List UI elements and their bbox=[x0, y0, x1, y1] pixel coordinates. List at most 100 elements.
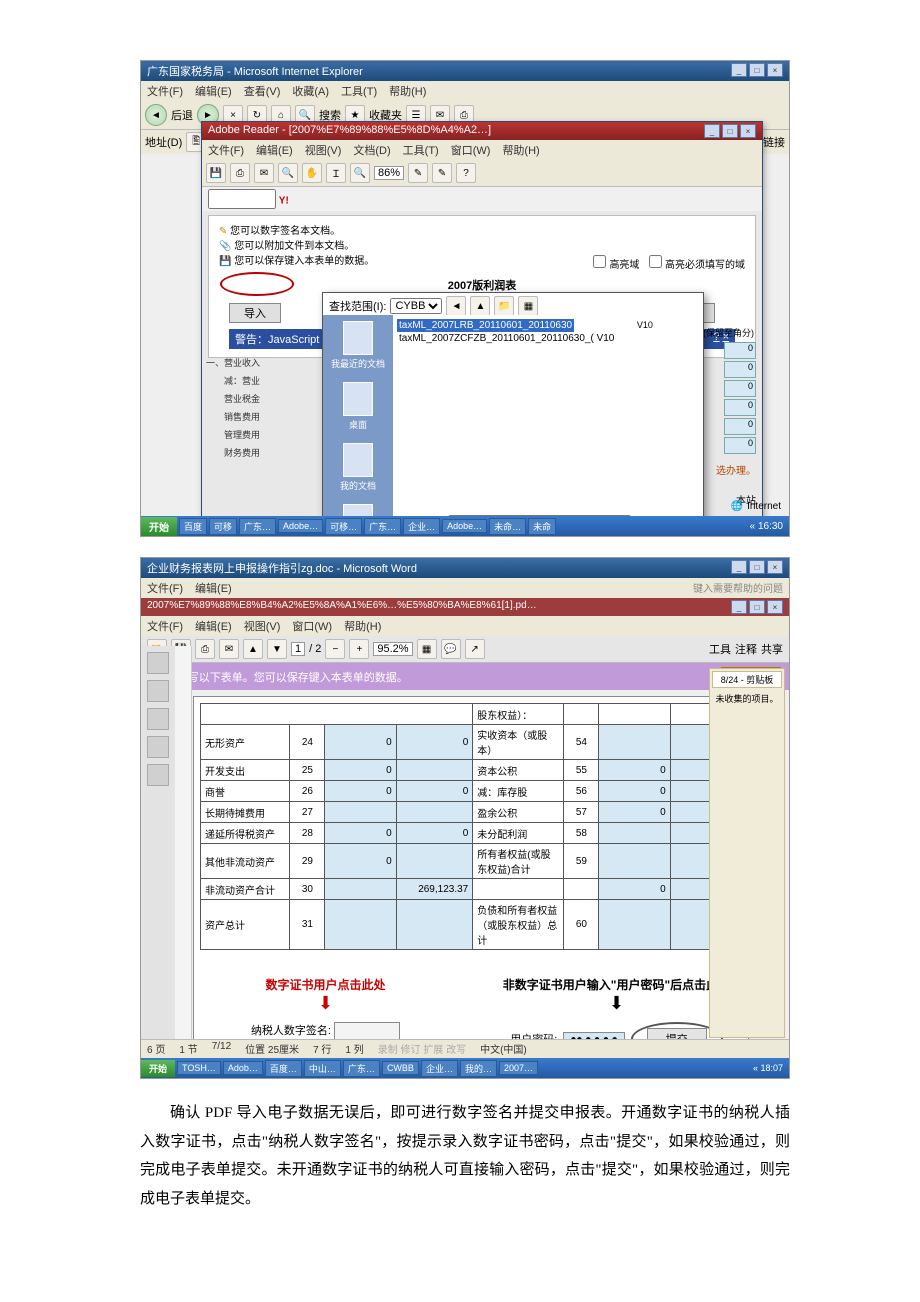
select-icon[interactable]: Ɪ bbox=[326, 163, 346, 183]
menu-view[interactable]: 视图(V) bbox=[305, 142, 342, 158]
zoom-icon[interactable]: 🔍 bbox=[350, 163, 370, 183]
task-item[interactable]: 可移… bbox=[325, 518, 362, 535]
save-icon[interactable]: 💾 bbox=[206, 163, 226, 183]
help-hint[interactable]: 键入需要帮助的问题 bbox=[693, 580, 783, 596]
cell-value[interactable]: 0 bbox=[325, 725, 396, 760]
menu-doc[interactable]: 文档(D) bbox=[353, 142, 390, 158]
mail-icon[interactable]: ✉ bbox=[254, 163, 274, 183]
menu-help[interactable]: 帮助(H) bbox=[344, 618, 381, 634]
cell-value[interactable] bbox=[599, 823, 670, 844]
layer-icon[interactable] bbox=[147, 736, 169, 758]
start-button[interactable]: 开始 bbox=[141, 1060, 175, 1077]
page-input[interactable]: 1 bbox=[291, 642, 305, 656]
task-item[interactable]: 百度 bbox=[179, 518, 207, 535]
sign-icon[interactable]: ✎ bbox=[408, 163, 428, 183]
close-icon[interactable]: × bbox=[767, 560, 783, 574]
place-docs[interactable]: 我的文档 bbox=[323, 437, 393, 498]
task-item[interactable]: Adobe… bbox=[442, 519, 487, 533]
menu-view[interactable]: 查看(V) bbox=[244, 83, 281, 99]
task-item[interactable]: 我的… bbox=[460, 1060, 497, 1077]
cell-value[interactable]: 0 bbox=[599, 802, 670, 823]
cell-value[interactable] bbox=[325, 900, 396, 950]
cell-value[interactable]: 0 bbox=[325, 760, 396, 781]
task-item[interactable]: 企业… bbox=[403, 518, 440, 535]
close-icon[interactable]: × bbox=[767, 63, 783, 77]
start-button[interactable]: 开始 bbox=[141, 517, 177, 536]
task-item[interactable]: 广东… bbox=[239, 518, 276, 535]
file-list[interactable]: taxML_2007LRB_20110601_20110630 V10 taxM… bbox=[393, 315, 703, 493]
help-icon[interactable]: ? bbox=[456, 163, 476, 183]
cell-value[interactable]: 0 bbox=[396, 823, 473, 844]
cell-value[interactable] bbox=[396, 900, 473, 950]
share-icon[interactable]: ↗ bbox=[465, 639, 485, 659]
cell-value[interactable] bbox=[325, 802, 396, 823]
highlight-checkbox[interactable] bbox=[593, 255, 606, 268]
web-search-input[interactable] bbox=[208, 189, 276, 209]
place-recent[interactable]: 我最近的文档 bbox=[323, 315, 393, 376]
menu-window[interactable]: 窗口(W) bbox=[451, 142, 491, 158]
task-item[interactable]: 未命… bbox=[489, 518, 526, 535]
import-button[interactable]: 导入 bbox=[229, 303, 281, 323]
page-up-icon[interactable]: ▲ bbox=[243, 639, 263, 659]
cell-value[interactable]: 0 bbox=[599, 781, 670, 802]
link-ops[interactable]: 选办理。 bbox=[716, 462, 756, 477]
cell-value[interactable] bbox=[325, 879, 396, 900]
menu-edit[interactable]: 编辑(E) bbox=[256, 142, 293, 158]
cell-value[interactable]: 0 bbox=[599, 879, 670, 900]
place-desktop[interactable]: 桌面 bbox=[323, 376, 393, 437]
task-item[interactable]: TOSH… bbox=[177, 1061, 221, 1075]
signature-field[interactable] bbox=[334, 1022, 400, 1040]
task-item[interactable]: 中山… bbox=[304, 1060, 341, 1077]
page-down-icon[interactable]: ▼ bbox=[267, 639, 287, 659]
cell-value[interactable]: 0 bbox=[325, 823, 396, 844]
menu-edit[interactable]: 编辑(E) bbox=[195, 83, 232, 99]
cell-value[interactable] bbox=[396, 760, 473, 781]
cell-value[interactable]: 0 bbox=[599, 760, 670, 781]
cell-value[interactable]: 0 bbox=[396, 725, 473, 760]
close-icon[interactable]: × bbox=[740, 124, 756, 138]
task-item[interactable]: 可移 bbox=[209, 518, 237, 535]
print-icon[interactable]: ⎙ bbox=[230, 163, 250, 183]
menu-view[interactable]: 视图(V) bbox=[244, 618, 281, 634]
cell-value[interactable]: 0 bbox=[396, 781, 473, 802]
zoom-in-icon[interactable]: + bbox=[349, 639, 369, 659]
links-label[interactable]: 链接 bbox=[763, 134, 785, 150]
menu-window[interactable]: 窗口(W) bbox=[292, 618, 332, 634]
cell-value[interactable] bbox=[396, 844, 473, 879]
menu-file[interactable]: 文件(F) bbox=[208, 142, 244, 158]
sig-panel-icon[interactable] bbox=[147, 764, 169, 786]
hand-icon[interactable]: ✋ bbox=[302, 163, 322, 183]
cell-value[interactable]: 0 bbox=[325, 844, 396, 879]
task-item[interactable]: 2007… bbox=[499, 1061, 538, 1075]
pdf-tab[interactable]: 2007%E7%89%88%E8%B4%A2%E5%8A%A1%E6%…%E5%… bbox=[141, 598, 789, 616]
menu-help[interactable]: 帮助(H) bbox=[389, 83, 426, 99]
highlight-icon[interactable]: ✎ bbox=[432, 163, 452, 183]
cell-value[interactable] bbox=[599, 725, 670, 760]
task-item[interactable]: CWBB bbox=[382, 1061, 419, 1075]
minimize-icon[interactable]: _ bbox=[704, 124, 720, 138]
maximize-icon[interactable]: □ bbox=[749, 63, 765, 77]
maximize-icon[interactable]: □ bbox=[749, 560, 765, 574]
task-item[interactable]: 广东… bbox=[343, 1060, 380, 1077]
task-item[interactable]: 百度… bbox=[265, 1060, 302, 1077]
required-checkbox[interactable] bbox=[649, 255, 662, 268]
cell-value[interactable] bbox=[599, 844, 670, 879]
views-icon[interactable]: ▦ bbox=[518, 296, 538, 316]
thumb-icon[interactable] bbox=[147, 652, 169, 674]
menu-edit[interactable]: 编辑(E) bbox=[195, 580, 232, 596]
menu-file[interactable]: 文件(F) bbox=[147, 618, 183, 634]
task-item[interactable]: 广东… bbox=[364, 518, 401, 535]
share-link[interactable]: 共享 bbox=[761, 641, 783, 657]
menu-help[interactable]: 帮助(H) bbox=[502, 142, 539, 158]
maximize-icon[interactable]: □ bbox=[722, 124, 738, 138]
maximize-icon[interactable]: □ bbox=[749, 600, 765, 614]
menu-file[interactable]: 文件(F) bbox=[147, 580, 183, 596]
bookmark-icon[interactable] bbox=[147, 680, 169, 702]
file-item-selected[interactable]: taxML_2007LRB_20110601_20110630 bbox=[397, 319, 574, 332]
back-icon[interactable]: ◄ bbox=[446, 296, 466, 316]
menu-tools[interactable]: 工具(T) bbox=[403, 142, 439, 158]
attach-icon[interactable] bbox=[147, 708, 169, 730]
menu-tools[interactable]: 工具(T) bbox=[341, 83, 377, 99]
menu-edit[interactable]: 编辑(E) bbox=[195, 618, 232, 634]
minimize-icon[interactable]: _ bbox=[731, 560, 747, 574]
